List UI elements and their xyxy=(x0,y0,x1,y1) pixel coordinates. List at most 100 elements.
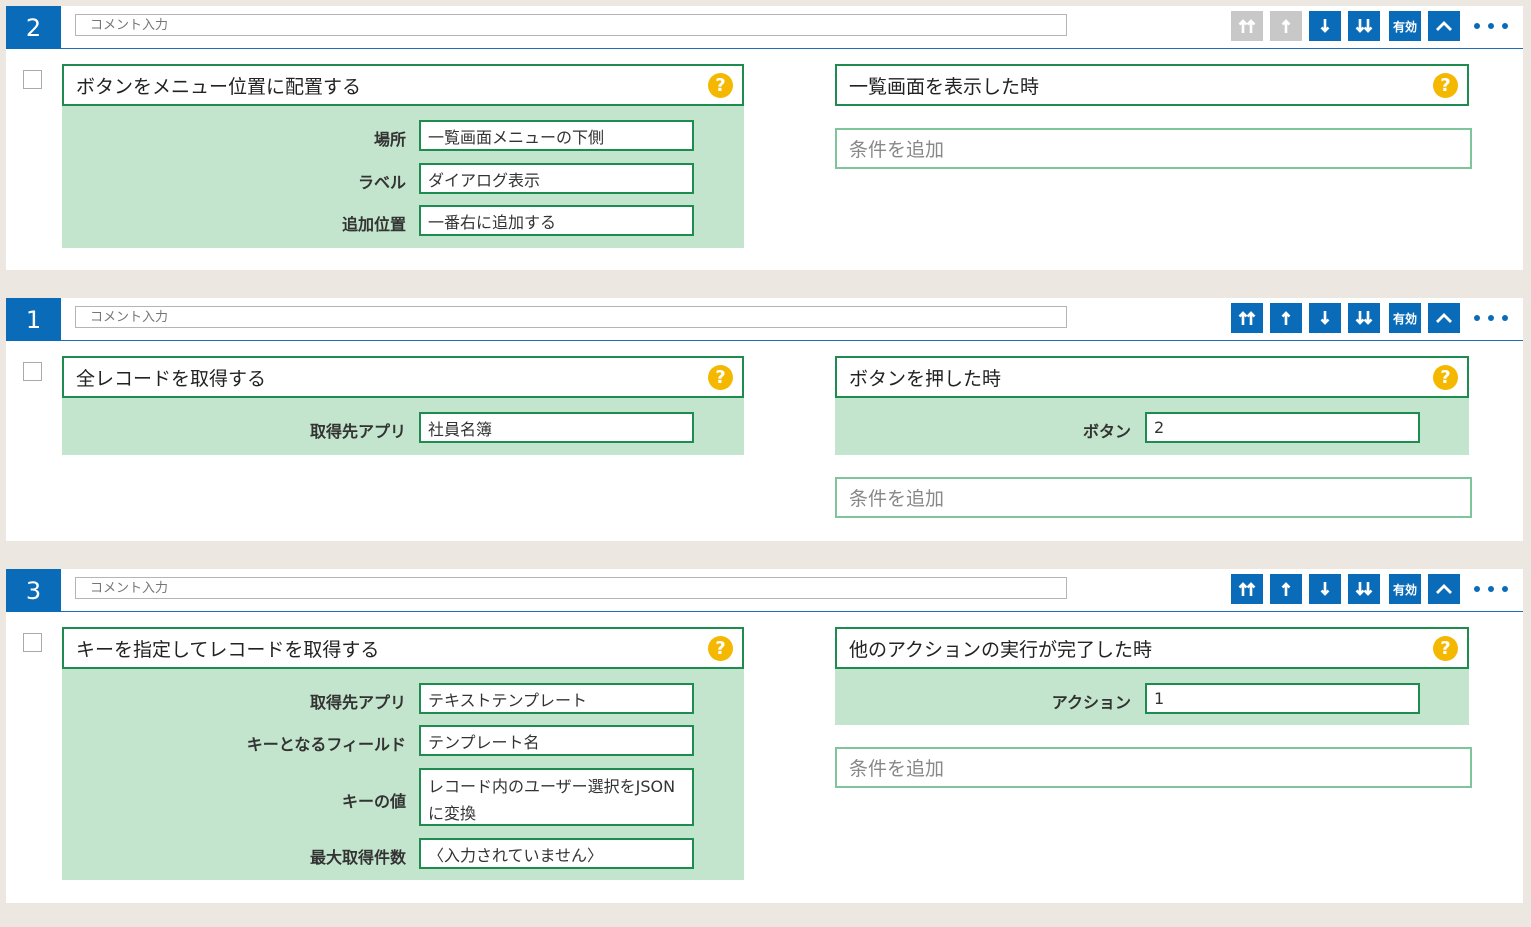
collapse-button[interactable] xyxy=(1428,574,1460,604)
action-title: キーを指定してレコードを取得する xyxy=(76,638,380,661)
action-header[interactable]: ボタンをメニュー位置に配置する ? xyxy=(62,64,744,106)
field-label: アクション xyxy=(1051,693,1131,712)
move-up-button[interactable] xyxy=(1270,303,1302,333)
move-up-button[interactable] xyxy=(1270,11,1302,41)
chevron-up-icon xyxy=(1436,21,1452,31)
move-up-button[interactable] xyxy=(1270,574,1302,604)
action-settings: 場所 一覧画面メニューの下側 ラベル ダイアログ表示 追加位置 一番右に追加する xyxy=(62,106,744,248)
double-arrow-down-icon xyxy=(1355,19,1373,33)
more-dot xyxy=(1502,315,1508,321)
field-label: 場所 xyxy=(373,130,406,149)
trigger-settings: アクション 1 xyxy=(835,669,1469,725)
double-arrow-up-icon xyxy=(1238,19,1256,33)
field-label: ボタン xyxy=(1082,422,1131,441)
help-icon[interactable]: ? xyxy=(708,73,733,98)
more-menu-button[interactable] xyxy=(1472,574,1510,604)
move-bottom-button[interactable] xyxy=(1348,303,1380,333)
arrow-up-icon xyxy=(1281,582,1291,596)
double-arrow-down-icon xyxy=(1355,582,1373,596)
help-icon[interactable]: ? xyxy=(1433,73,1458,98)
rule-card-2: 2 有効 ボタンをメニュー位置に配置する ? 場所 一覧画面メニューの下側 xyxy=(6,6,1523,270)
trigger-settings: ボタン 2 xyxy=(835,398,1469,455)
action-header[interactable]: 全レコードを取得する ? xyxy=(62,356,744,398)
enable-toggle-button[interactable]: 有効 xyxy=(1389,574,1421,604)
add-condition-button[interactable]: 条件を追加 xyxy=(835,747,1472,788)
field-value[interactable]: ダイアログ表示 xyxy=(419,163,694,194)
help-icon[interactable]: ? xyxy=(1433,636,1458,661)
field-value[interactable]: テンプレート名 xyxy=(419,725,694,756)
add-condition-button[interactable]: 条件を追加 xyxy=(835,477,1472,518)
more-dot xyxy=(1474,315,1480,321)
help-icon[interactable]: ? xyxy=(708,636,733,661)
enable-toggle-button[interactable]: 有効 xyxy=(1389,11,1421,41)
action-title: ボタンをメニュー位置に配置する xyxy=(76,75,362,98)
help-icon[interactable]: ? xyxy=(708,365,733,390)
field-value[interactable]: 社員名簿 xyxy=(419,412,694,443)
move-top-button[interactable] xyxy=(1231,11,1263,41)
more-dot xyxy=(1502,23,1508,29)
select-checkbox[interactable] xyxy=(23,633,42,652)
move-down-button[interactable] xyxy=(1309,303,1341,333)
comment-input[interactable] xyxy=(75,577,1067,599)
arrow-up-icon xyxy=(1281,19,1291,33)
move-down-button[interactable] xyxy=(1309,11,1341,41)
arrow-down-icon xyxy=(1320,19,1330,33)
select-checkbox[interactable] xyxy=(23,362,42,381)
rule-card-header: 1 有効 xyxy=(6,298,1523,341)
rule-card-1: 1 有効 全レコードを取得する ? 取得先アプリ 社員名簿 ボ xyxy=(6,298,1523,541)
arrow-down-icon xyxy=(1320,582,1330,596)
rule-card-3: 3 有効 キーを指定してレコードを取得する ? 取得先アプリ テキストテンプレー… xyxy=(6,569,1523,903)
field-label: 追加位置 xyxy=(341,215,406,234)
more-dot xyxy=(1502,586,1508,592)
field-value[interactable]: 〈入力されていません〉 xyxy=(419,838,694,869)
rule-card-header: 2 有効 xyxy=(6,6,1523,49)
trigger-header[interactable]: ボタンを押した時 ? xyxy=(835,356,1469,398)
trigger-header[interactable]: 一覧画面を表示した時 ? xyxy=(835,64,1469,106)
more-dot xyxy=(1488,315,1494,321)
rule-card-header: 3 有効 xyxy=(6,569,1523,612)
field-value[interactable]: 1 xyxy=(1145,683,1420,714)
collapse-button[interactable] xyxy=(1428,11,1460,41)
double-arrow-up-icon xyxy=(1238,311,1256,325)
double-arrow-down-icon xyxy=(1355,311,1373,325)
comment-input[interactable] xyxy=(75,306,1067,328)
more-menu-button[interactable] xyxy=(1472,11,1510,41)
field-label: 取得先アプリ xyxy=(309,422,406,441)
enable-toggle-button[interactable]: 有効 xyxy=(1389,303,1421,333)
more-menu-button[interactable] xyxy=(1472,303,1510,333)
field-label: キーとなるフィールド xyxy=(246,735,406,754)
action-settings: 取得先アプリ 社員名簿 xyxy=(62,398,744,455)
move-down-button[interactable] xyxy=(1309,574,1341,604)
add-condition-button[interactable]: 条件を追加 xyxy=(835,128,1472,169)
move-top-button[interactable] xyxy=(1231,574,1263,604)
select-checkbox[interactable] xyxy=(23,70,42,89)
field-value[interactable]: 2 xyxy=(1145,412,1420,443)
arrow-down-icon xyxy=(1320,311,1330,325)
trigger-title: 他のアクションの実行が完了した時 xyxy=(849,638,1153,661)
rule-number-badge: 2 xyxy=(6,6,61,49)
arrow-up-icon xyxy=(1281,311,1291,325)
field-label: キーの値 xyxy=(341,792,406,811)
action-settings: 取得先アプリ テキストテンプレート キーとなるフィールド テンプレート名 キーの… xyxy=(62,669,744,880)
move-top-button[interactable] xyxy=(1231,303,1263,333)
action-header[interactable]: キーを指定してレコードを取得する ? xyxy=(62,627,744,669)
comment-input[interactable] xyxy=(75,14,1067,36)
move-bottom-button[interactable] xyxy=(1348,574,1380,604)
trigger-header[interactable]: 他のアクションの実行が完了した時 ? xyxy=(835,627,1469,669)
more-dot xyxy=(1474,23,1480,29)
chevron-up-icon xyxy=(1436,313,1452,323)
collapse-button[interactable] xyxy=(1428,303,1460,333)
rule-number-badge: 1 xyxy=(6,298,61,341)
double-arrow-up-icon xyxy=(1238,582,1256,596)
field-value[interactable]: レコード内のユーザー選択をJSONに変換 xyxy=(419,768,694,826)
more-dot xyxy=(1488,586,1494,592)
move-bottom-button[interactable] xyxy=(1348,11,1380,41)
trigger-title: 一覧画面を表示した時 xyxy=(849,75,1040,98)
chevron-up-icon xyxy=(1436,584,1452,594)
field-value[interactable]: テキストテンプレート xyxy=(419,683,694,714)
field-value[interactable]: 一覧画面メニューの下側 xyxy=(419,120,694,151)
field-value[interactable]: 一番右に追加する xyxy=(419,205,694,236)
rule-number-badge: 3 xyxy=(6,569,61,612)
field-label: 取得先アプリ xyxy=(309,693,406,712)
help-icon[interactable]: ? xyxy=(1433,365,1458,390)
